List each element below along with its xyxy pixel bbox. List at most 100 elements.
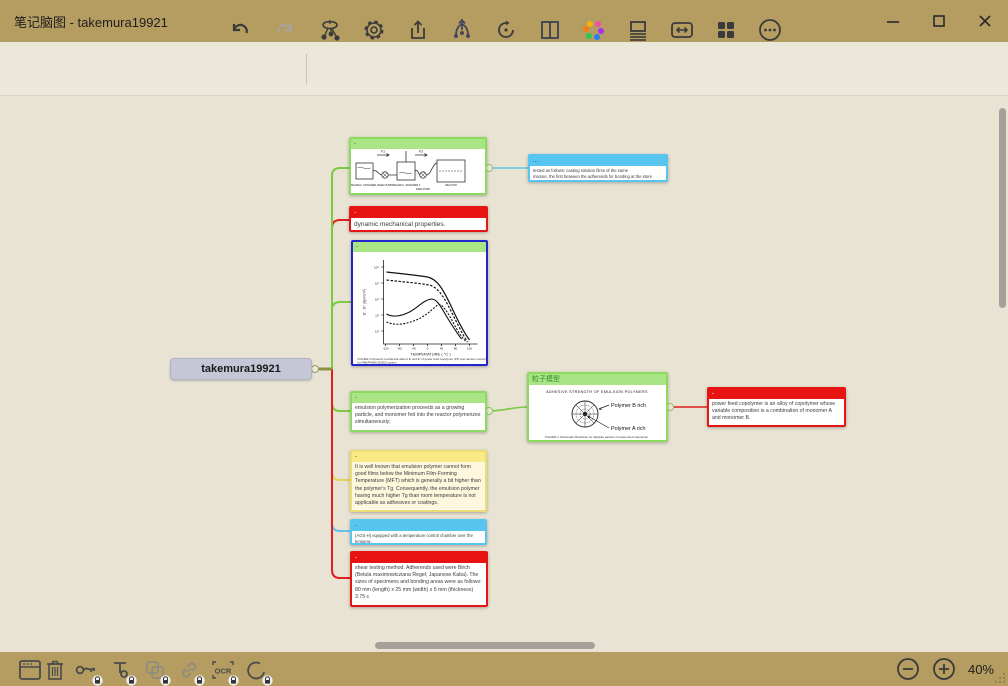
mindmap-edges xyxy=(0,96,1008,652)
reactor-arrow1-label: F1 xyxy=(381,150,385,154)
redo-button[interactable] xyxy=(269,15,299,45)
reactor-label-1: PRE-EMUL. MONOMER 1 xyxy=(351,184,379,187)
palette-button[interactable] xyxy=(579,15,609,45)
connector-lock-button[interactable] xyxy=(108,657,134,683)
palette-icon xyxy=(580,16,608,44)
add-node-icon xyxy=(316,16,344,44)
reactor-label-5: REACTOR xyxy=(445,184,457,187)
node-header: - xyxy=(352,393,485,403)
minimize-button[interactable] xyxy=(870,0,916,42)
dma-xtick-6: 80 xyxy=(454,347,458,351)
status-bar: OCR 40% xyxy=(0,652,1008,686)
mindmap-canvas[interactable]: takemura19921 - xyxy=(0,96,1008,652)
lock-badge-icon xyxy=(228,675,239,686)
particle-label-b: Polymer B rich xyxy=(611,403,646,409)
node-header: - xyxy=(353,242,486,252)
minimize-icon xyxy=(886,14,900,28)
maximize-button[interactable] xyxy=(916,0,962,42)
dma-figure: 10¹⁰ 10⁹ 10⁸ 10⁷ 10⁶ -120 -80 -40 0 40 8… xyxy=(353,252,486,364)
dma-ytick-4: 10⁷ xyxy=(375,314,379,318)
fit-width-button[interactable] xyxy=(667,15,697,45)
dma-ylabel: E′ , E″ (dyn/cm²) xyxy=(363,289,367,315)
split-view-button[interactable] xyxy=(535,15,565,45)
node-header: - xyxy=(351,208,486,218)
node-header: - xyxy=(352,452,485,462)
drag-lock-button[interactable] xyxy=(74,657,100,683)
lock-badge-icon xyxy=(262,675,273,686)
vertical-scrollbar-thumb[interactable] xyxy=(999,108,1006,308)
add-node-button[interactable] xyxy=(315,15,345,45)
lock-badge-icon xyxy=(126,675,137,686)
zoom-out-button[interactable] xyxy=(896,657,920,681)
particle-figure: ADHESIVE STRENGTH OF EMULSION POLYMERS P… xyxy=(529,385,666,440)
dma-ytick-3: 10⁸ xyxy=(375,298,380,302)
more-icon xyxy=(756,16,784,44)
node-header: - xyxy=(351,139,485,149)
node-casting[interactable]: ... tested as follows: casting solution … xyxy=(528,154,668,182)
node-header: - xyxy=(352,521,485,531)
settings-button[interactable] xyxy=(359,15,389,45)
reactor-arrow2-label: F2 xyxy=(419,150,423,154)
resize-grip[interactable] xyxy=(994,672,1006,684)
close-icon xyxy=(978,14,992,28)
root-node-label: takemura19921 xyxy=(201,363,281,375)
lock-badge-icon xyxy=(160,675,171,686)
reactor-label-3: PRE-EMUL. MONOMER 2 xyxy=(392,184,421,187)
casting-line-2: mixture, the first between the adherends… xyxy=(533,174,663,180)
node-particle-model[interactable]: 粒子模型 ADHESIVE STRENGTH OF EMULSION POLYM… xyxy=(527,372,668,442)
more-button[interactable] xyxy=(755,15,785,45)
history-button[interactable] xyxy=(491,15,521,45)
gear-icon xyxy=(360,16,388,44)
selection-lock-button[interactable] xyxy=(244,657,270,683)
node-dma-chart[interactable]: - 10¹⁰ 10⁹ 10⁸ xyxy=(351,240,488,366)
dma-xtick-7: 120 xyxy=(467,347,472,351)
node-shear[interactable]: - shear testing method. Adherends used w… xyxy=(350,551,488,607)
particle-caption: FIGURE 1 Schematic illustration for allo… xyxy=(545,435,649,439)
reactor-label-4: FEED PUMP xyxy=(416,188,430,191)
dma-xtick-5: 40 xyxy=(440,347,444,351)
zoom-in-button[interactable] xyxy=(932,657,956,681)
fit-width-icon xyxy=(668,17,696,43)
node-text: dynamic mechanical properties. xyxy=(351,218,486,232)
dma-ytick-5: 10⁶ xyxy=(375,330,380,334)
close-button[interactable] xyxy=(962,0,1008,42)
node-reactor-diagram[interactable]: - F1 F2 xyxy=(349,137,487,195)
particle-figure-title: ADHESIVE STRENGTH OF EMULSION POLYMERS xyxy=(546,390,648,394)
link-lock-button[interactable] xyxy=(176,657,202,683)
undo-button[interactable] xyxy=(226,15,256,45)
app-window: 笔记脑图 - takemura19921 xyxy=(0,0,1008,686)
dma-ytick-2: 10⁹ xyxy=(375,282,380,286)
node-text: shear testing method. Adherends used wer… xyxy=(352,563,486,603)
particle-label-a: Polymer A rich xyxy=(611,426,645,432)
layers-button[interactable] xyxy=(623,15,653,45)
ocr-lock-button[interactable]: OCR xyxy=(210,657,236,683)
root-node[interactable]: takemura19921 xyxy=(170,358,312,380)
node-header: ... xyxy=(530,156,666,166)
trash-button[interactable] xyxy=(42,657,68,683)
horizontal-scrollbar-thumb[interactable] xyxy=(375,642,595,649)
grid-view-icon xyxy=(713,17,739,43)
grid-view-button[interactable] xyxy=(711,15,741,45)
node-text: power feed copolymer is an alloy of copo… xyxy=(709,399,844,425)
export-button[interactable] xyxy=(403,15,433,45)
tensile-line-1: (AGS-H) equipped with a temperature cont… xyxy=(355,533,482,545)
lock-badge-icon xyxy=(194,675,205,686)
dma-xtick-1: -120 xyxy=(382,347,388,351)
node-power-feed[interactable]: - power feed copolymer is an alloy of co… xyxy=(707,387,846,427)
branch-layout-button[interactable] xyxy=(447,15,477,45)
node-emulsion[interactable]: - emulsion polymerization proceeds as a … xyxy=(350,391,487,432)
dma-caption-2: for PBA/PMMA (50/50) system. xyxy=(358,360,398,364)
dma-xtick-3: -40 xyxy=(411,347,416,351)
node-text: emulsion polymerization proceeds as a gr… xyxy=(352,403,485,429)
copy-lock-button[interactable] xyxy=(142,657,168,683)
lock-badge-icon xyxy=(92,675,103,686)
dma-xlabel: TEMPERATURE ( °C ) xyxy=(410,352,451,357)
toolbar-separator xyxy=(306,54,307,84)
dma-ytick-1: 10¹⁰ xyxy=(374,266,380,270)
trash-icon xyxy=(44,659,66,681)
node-tensile[interactable]: - (AGS-H) equipped with a temperature co… xyxy=(350,519,487,545)
node-text: It is well known that emulsion polymer c… xyxy=(352,462,485,509)
node-mft[interactable]: - It is well known that emulsion polymer… xyxy=(350,450,487,512)
board-button[interactable] xyxy=(17,657,43,683)
node-dynamic-properties[interactable]: - dynamic mechanical properties. xyxy=(349,206,488,232)
